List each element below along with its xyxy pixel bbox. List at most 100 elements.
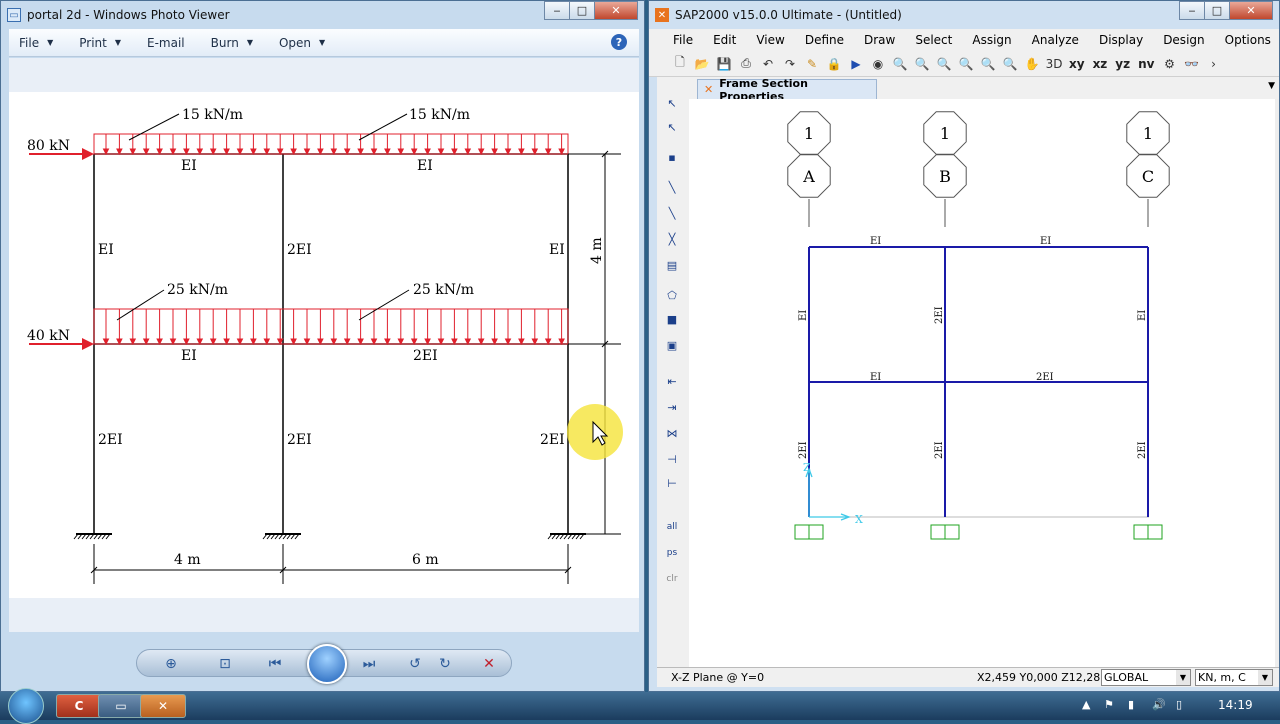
sap-model-view[interactable]: 1A1B1C Z X EI EI EI 2EI EI EI 2EI 2EI 2E… <box>689 99 1279 667</box>
open-folder-icon[interactable]: 📂 <box>691 53 713 75</box>
run-now-icon[interactable]: ◉ <box>867 53 889 75</box>
zoom-window-icon[interactable]: 🔍 <box>889 53 911 75</box>
taskbar-app-1[interactable]: C <box>56 694 102 718</box>
frame-section-tab[interactable]: ✕ Frame Section Properties <box>697 77 877 103</box>
run-analysis-icon[interactable]: ▶ <box>845 53 867 75</box>
quick-draw-area-icon[interactable]: ▣ <box>661 335 683 355</box>
quick-draw-frame-icon[interactable]: ╲ <box>661 203 683 223</box>
udl-top-box <box>93 133 569 155</box>
next-icon[interactable]: ⏭ <box>359 654 379 674</box>
sap-minimize-button[interactable]: ‒ <box>1179 1 1205 20</box>
toolbar-more-icon[interactable]: › <box>1202 53 1224 75</box>
tray-battery-icon[interactable]: ▯ <box>1176 698 1182 711</box>
maximize-button[interactable]: □ <box>569 1 595 20</box>
sap-titlebar[interactable]: ✕ SAP2000 v15.0.0 Ultimate - (Untitled) … <box>649 1 1279 29</box>
taskbar-sap2000[interactable]: ✕ <box>140 694 186 718</box>
sap-menu-file[interactable]: File <box>673 33 693 47</box>
sap-toolbar: 🗋 📂 💾 ⎙ ↶ ↷ ✎ 🔒 ▶ ◉ 🔍 🔍 🔍 🔍 🔍 🔍 ✋ 3D xy … <box>649 51 1279 77</box>
rotate-ccw-icon[interactable]: ↺ <box>405 654 425 674</box>
draw-link-icon[interactable]: ⇤ <box>661 371 683 391</box>
sap-menu-draw[interactable]: Draw <box>864 33 895 47</box>
tab-dropdown-icon[interactable]: ▼ <box>1268 81 1275 91</box>
sap-maximize-button[interactable]: □ <box>1204 1 1230 20</box>
pointer-icon[interactable]: ↖ <box>661 93 683 113</box>
coord-system-select[interactable]: GLOBAL ▼ <box>1101 669 1191 686</box>
member-beam-mid-left: EI <box>181 348 197 364</box>
previous-icon[interactable]: ⏮ <box>265 654 285 674</box>
draw-secondary-icon[interactable]: ▤ <box>661 255 683 275</box>
help-icon[interactable]: ? <box>611 34 627 50</box>
delete-icon[interactable]: ✕ <box>479 654 499 674</box>
units-select[interactable]: KN, m, C ▼ <box>1195 669 1273 686</box>
yz-view-button[interactable]: yz <box>1115 57 1130 71</box>
sap-menu-design[interactable]: Design <box>1163 33 1204 47</box>
taskbar-photo-viewer[interactable]: ▭ <box>98 694 144 718</box>
draw-support-icon[interactable]: ⇥ <box>661 397 683 417</box>
draw-reference-icon[interactable]: ⊢ <box>661 473 683 493</box>
zoom-icon[interactable]: ⊕ <box>161 654 181 674</box>
sap-menu-options[interactable]: Options <box>1225 33 1271 47</box>
tray-network-icon[interactable]: ▮ <box>1128 698 1134 711</box>
glasses-icon[interactable]: 👓 <box>1180 53 1202 75</box>
tray-volume-icon[interactable]: 🔊 <box>1152 698 1166 711</box>
draw-joint-icon[interactable]: ▪ <box>661 147 683 167</box>
grid-bubble-label: A <box>802 167 815 186</box>
menu-print[interactable]: Print ▼ <box>79 36 121 50</box>
tray-clock[interactable]: 14:19 <box>1218 698 1253 712</box>
select-all-icon[interactable]: all <box>661 517 683 537</box>
udl-top-right-label: 15 kN/m <box>409 107 470 123</box>
menu-file[interactable]: File ▼ <box>19 36 53 50</box>
sap-menu-display[interactable]: Display <box>1099 33 1143 47</box>
grid-bubble-label: 1 <box>1143 124 1153 143</box>
zoom-fit-icon[interactable]: 🔍 <box>911 53 933 75</box>
pan-icon[interactable]: ✋ <box>1021 53 1043 75</box>
slideshow-button[interactable] <box>307 644 347 684</box>
save-icon[interactable]: 💾 <box>713 53 735 75</box>
sap-label-beam-mid-right: 2EI <box>1036 372 1054 383</box>
nv-view-button[interactable]: nv <box>1138 57 1154 71</box>
menu-email[interactable]: E-mail <box>147 36 185 50</box>
print-icon[interactable]: ⎙ <box>735 53 757 75</box>
photo-viewer-titlebar[interactable]: ▭ portal 2d - Windows Photo Viewer ‒ □ ✕ <box>1 1 644 29</box>
xy-view-button[interactable]: xy <box>1069 57 1085 71</box>
zoom-in-icon[interactable]: 🔍 <box>933 53 955 75</box>
3d-view-icon[interactable]: 3D <box>1043 53 1065 75</box>
minimize-button[interactable]: ‒ <box>544 1 570 20</box>
zoom-out-icon[interactable]: 🔍 <box>955 53 977 75</box>
view-scrollbar[interactable] <box>1275 99 1279 667</box>
tray-expand-icon[interactable]: ▲ <box>1082 698 1090 711</box>
draw-rect-area-icon[interactable]: ■ <box>661 309 683 329</box>
undo-icon[interactable]: ↶ <box>757 53 779 75</box>
previous-selection-icon[interactable]: ps <box>661 543 683 563</box>
pencil-icon[interactable]: ✎ <box>801 53 823 75</box>
draw-poly-area-icon[interactable]: ⬠ <box>661 285 683 305</box>
perspective-icon[interactable]: ⚙ <box>1158 53 1180 75</box>
menu-burn[interactable]: Burn ▼ <box>211 36 253 50</box>
xz-view-button[interactable]: xz <box>1093 57 1108 71</box>
sap-menu-analyze[interactable]: Analyze <box>1032 33 1079 47</box>
redo-icon[interactable]: ↷ <box>779 53 801 75</box>
draw-frame-icon[interactable]: ╲ <box>661 177 683 197</box>
reshape-icon[interactable]: ↖ <box>661 117 683 137</box>
actual-size-icon[interactable]: ⊡ <box>215 654 235 674</box>
draw-braces-icon[interactable]: ╳ <box>661 229 683 249</box>
new-file-icon[interactable]: 🗋 <box>669 53 691 75</box>
rotate-cw-icon[interactable]: ↻ <box>435 654 455 674</box>
sap-menu-view[interactable]: View <box>756 33 784 47</box>
member-beam-mid-right: 2EI <box>413 348 438 364</box>
start-button[interactable] <box>8 688 44 724</box>
draw-dim-icon[interactable]: ⊣ <box>661 449 683 469</box>
tray-flag-icon[interactable]: ⚑ <box>1104 698 1114 711</box>
zoom-previous-icon[interactable]: 🔍 <box>977 53 999 75</box>
close-button[interactable]: ✕ <box>594 1 638 20</box>
zoom-extents-icon[interactable]: 🔍 <box>999 53 1021 75</box>
sap-menu-define[interactable]: Define <box>805 33 844 47</box>
sap-menu-assign[interactable]: Assign <box>972 33 1011 47</box>
lock-icon[interactable]: 🔒 <box>823 53 845 75</box>
sap-close-button[interactable]: ✕ <box>1229 1 1273 20</box>
sap-menu-edit[interactable]: Edit <box>713 33 736 47</box>
draw-section-cut-icon[interactable]: ⋈ <box>661 423 683 443</box>
menu-open[interactable]: Open ▼ <box>279 36 325 50</box>
clear-selection-icon[interactable]: clr <box>661 569 683 589</box>
sap-menu-select[interactable]: Select <box>915 33 952 47</box>
